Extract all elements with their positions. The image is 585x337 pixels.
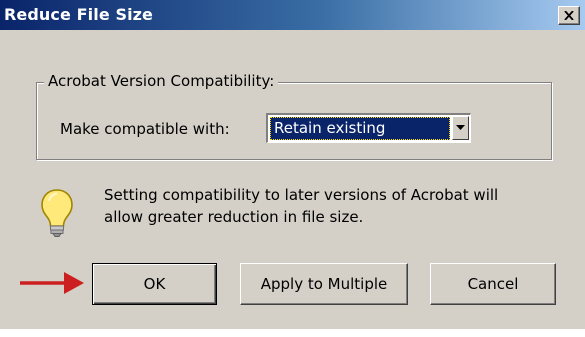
cancel-button[interactable]: Cancel [430,263,556,305]
info-message-line-1: Setting compatibility to later versions … [104,186,499,204]
apply-to-multiple-button[interactable]: Apply to Multiple [240,263,408,305]
compatibility-group-title: Acrobat Version Compatibility: [44,72,279,90]
compatibility-select[interactable]: Retain existing [266,113,471,143]
ok-button[interactable]: OK [92,263,217,305]
red-arrow-icon [20,272,84,294]
info-message-line-2: allow greater reduction in file size. [104,208,364,226]
title-bar: Reduce File Size [0,0,585,30]
reduce-file-size-dialog: Reduce File Size Acrobat Version Compati… [0,0,585,329]
dropdown-button[interactable] [452,116,469,140]
make-compatible-label: Make compatible with: [60,120,230,138]
info-message: Setting compatibility to later versions … [104,184,498,228]
lightbulb-icon [41,189,73,237]
compatibility-select-value[interactable]: Retain existing [270,117,450,140]
close-x-icon [564,11,574,20]
dialog-title: Reduce File Size [4,5,154,24]
chevron-down-icon [456,125,465,130]
close-button[interactable] [558,6,580,25]
